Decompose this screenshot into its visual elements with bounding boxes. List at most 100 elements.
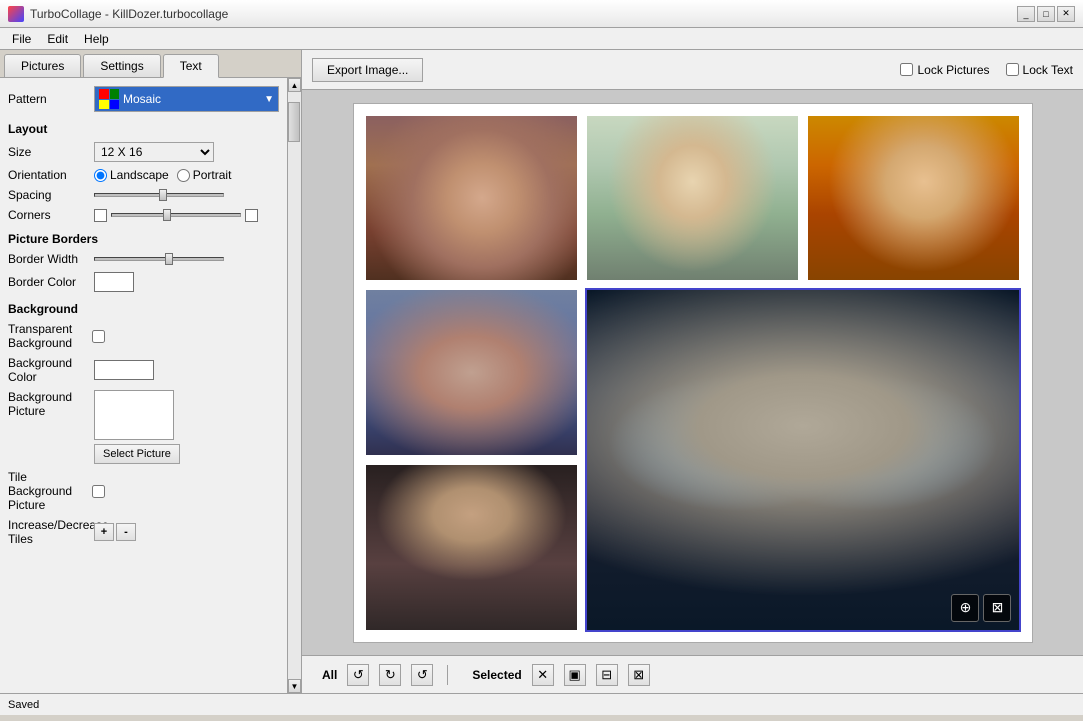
lock-text-checkbox[interactable] <box>1006 63 1019 76</box>
title-bar: TurboCollage - KillDozer.turbocollage _ … <box>0 0 1083 28</box>
corners-controls <box>94 209 258 222</box>
selected-v-button[interactable]: ⊠ <box>628 664 650 686</box>
spacing-row: Spacing <box>8 188 279 202</box>
menu-bar: File Edit Help <box>0 28 1083 50</box>
status-bar: Saved <box>0 693 1083 715</box>
menu-help[interactable]: Help <box>76 30 117 48</box>
main-container: Pictures Settings Text Pattern M <box>0 50 1083 693</box>
tile-bg-label: Tile Background Picture <box>8 470 88 512</box>
bg-color-swatch[interactable] <box>94 360 154 380</box>
selected-fit-button[interactable]: ▣ <box>564 664 586 686</box>
pattern-value: Mosaic <box>123 92 260 106</box>
orientation-group: Landscape Portrait <box>94 168 231 182</box>
size-select[interactable]: 12 X 16 <box>94 142 214 162</box>
zoom-icon[interactable]: ⊕ <box>951 594 979 622</box>
border-width-row: Border Width <box>8 252 279 266</box>
photo-cell-1[interactable] <box>364 114 579 283</box>
landscape-label: Landscape <box>110 168 169 182</box>
title-bar-left: TurboCollage - KillDozer.turbocollage <box>8 6 228 22</box>
bottom-divider <box>447 665 448 685</box>
right-panel: Export Image... Lock Pictures Lock Text <box>302 50 1083 693</box>
photo-cell-4[interactable] <box>364 288 579 457</box>
bg-picture-controls: Select Picture <box>94 390 180 464</box>
corner-checkbox-left[interactable] <box>94 209 107 222</box>
tile-bg-checkbox[interactable] <box>92 485 105 498</box>
pattern-dropdown-arrow: ▼ <box>264 94 274 105</box>
picture-borders-title: Picture Borders <box>8 232 279 246</box>
all-rotate-ccw-button[interactable]: ↺ <box>411 664 433 686</box>
decrease-button[interactable]: - <box>116 523 136 541</box>
portrait-label: Portrait <box>193 168 232 182</box>
menu-file[interactable]: File <box>4 30 39 48</box>
selected-h-button[interactable]: ⊟ <box>596 664 618 686</box>
pattern-icon <box>99 89 119 109</box>
portrait-radio-label[interactable]: Portrait <box>177 168 232 182</box>
select-picture-button[interactable]: Select Picture <box>94 444 180 464</box>
scroll-down-button[interactable]: ▼ <box>288 679 301 693</box>
orientation-row: Orientation Landscape Portrait <box>8 168 279 182</box>
export-button[interactable]: Export Image... <box>312 58 423 82</box>
tab-pictures[interactable]: Pictures <box>4 54 81 77</box>
border-width-slider[interactable] <box>94 257 224 261</box>
left-panel: Pictures Settings Text Pattern M <box>0 50 302 693</box>
selected-remove-button[interactable]: ✕ <box>532 664 554 686</box>
corner-checkbox-right[interactable] <box>245 209 258 222</box>
photo-cell-3[interactable] <box>806 114 1021 283</box>
pi-red <box>99 89 109 99</box>
increase-button[interactable]: + <box>94 523 114 541</box>
selected-overlay: ⊕ ⊠ <box>951 594 1011 622</box>
pattern-dropdown[interactable]: Mosaic ▼ <box>94 86 279 112</box>
window-title: TurboCollage - KillDozer.turbocollage <box>30 7 228 21</box>
orientation-label: Orientation <box>8 168 88 182</box>
tabs: Pictures Settings Text <box>0 50 301 78</box>
photo-cell-5[interactable] <box>364 463 579 632</box>
corners-row: Corners <box>8 208 279 222</box>
minimize-button[interactable]: _ <box>1017 6 1035 22</box>
size-label: Size <box>8 145 88 159</box>
portrait-radio[interactable] <box>177 169 190 182</box>
corners-slider[interactable] <box>111 213 241 217</box>
border-color-label: Border Color <box>8 275 88 289</box>
all-rotate-cw-button[interactable]: ↻ <box>379 664 401 686</box>
menu-edit[interactable]: Edit <box>39 30 76 48</box>
border-width-thumb[interactable] <box>165 253 173 265</box>
photo-cell-6[interactable]: ⊕ ⊠ <box>585 288 1022 631</box>
transparent-bg-checkbox[interactable] <box>92 330 105 343</box>
landscape-radio-label[interactable]: Landscape <box>94 168 169 182</box>
corners-thumb[interactable] <box>163 209 171 221</box>
border-width-label: Border Width <box>8 252 88 266</box>
selected-label: Selected <box>472 668 521 682</box>
collage-canvas: ⊕ ⊠ <box>353 103 1033 643</box>
transparent-bg-label: Transparent Background <box>8 322 88 350</box>
photo-cell-2[interactable] <box>585 114 800 283</box>
pattern-label: Pattern <box>8 92 88 106</box>
spacing-thumb[interactable] <box>159 189 167 201</box>
tab-text[interactable]: Text <box>163 54 219 78</box>
border-color-swatch[interactable] <box>94 272 134 292</box>
toolbar: Export Image... Lock Pictures Lock Text <box>302 50 1083 90</box>
app-icon <box>8 6 24 22</box>
size-row: Size 12 X 16 <box>8 142 279 162</box>
close-button[interactable]: ✕ <box>1057 6 1075 22</box>
maximize-button[interactable]: □ <box>1037 6 1055 22</box>
inc-dec-row: Increase/Decrease Tiles + - <box>8 518 279 546</box>
tab-settings[interactable]: Settings <box>83 54 160 77</box>
all-reset-button[interactable]: ↺ <box>347 664 369 686</box>
bg-color-row: Background Color <box>8 356 279 384</box>
pi-green <box>110 89 120 99</box>
spacing-label: Spacing <box>8 188 88 202</box>
pi-blue <box>110 100 120 110</box>
remove-icon[interactable]: ⊠ <box>983 594 1011 622</box>
background-title: Background <box>8 302 279 316</box>
transparent-bg-row: Transparent Background <box>8 322 279 350</box>
lock-pictures-checkbox[interactable] <box>900 63 913 76</box>
scroll-track <box>288 92 301 679</box>
scroll-thumb[interactable] <box>288 102 300 142</box>
scroll-up-button[interactable]: ▲ <box>288 78 301 92</box>
all-label: All <box>322 668 337 682</box>
panel-scrollbar[interactable]: ▲ ▼ <box>287 78 301 693</box>
spacing-slider[interactable] <box>94 193 224 197</box>
corners-label: Corners <box>8 208 88 222</box>
pi-yellow <box>99 100 109 110</box>
landscape-radio[interactable] <box>94 169 107 182</box>
